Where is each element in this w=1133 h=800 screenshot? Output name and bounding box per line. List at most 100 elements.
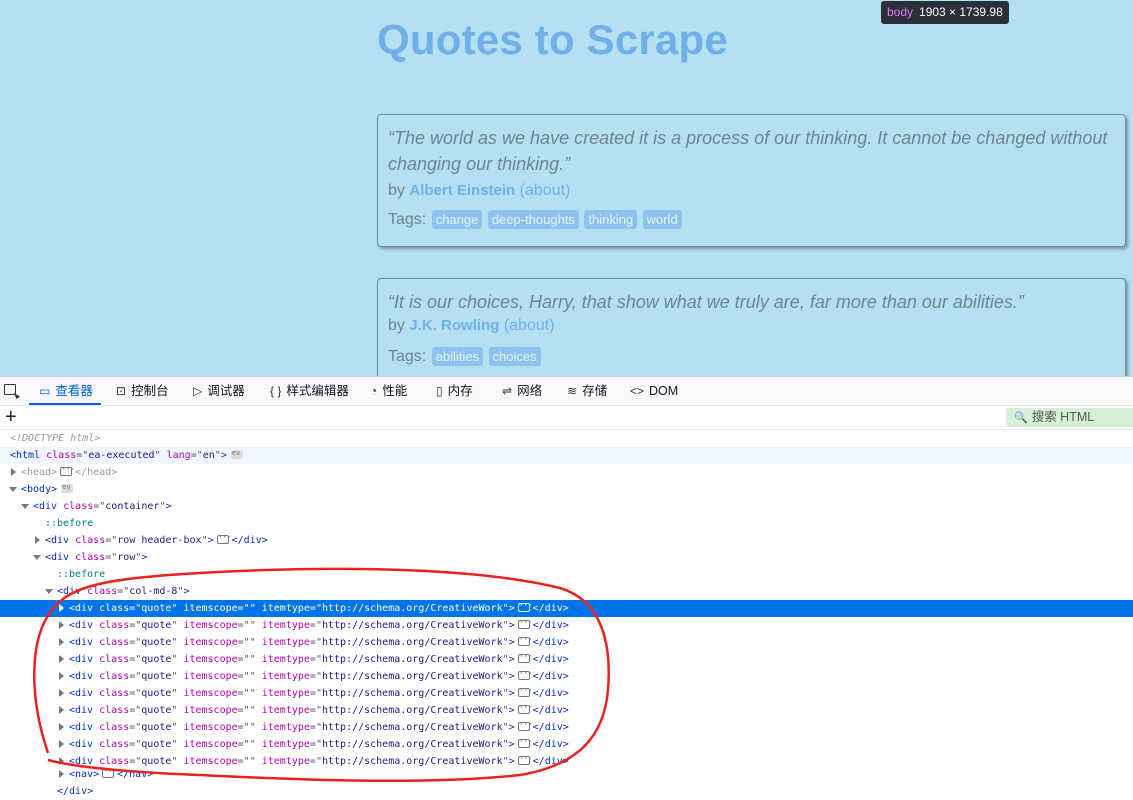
- add-node-button[interactable]: +: [5, 406, 17, 428]
- author-name: J.K. Rowling: [409, 317, 500, 334]
- expand-arrow-icon[interactable]: [59, 672, 64, 680]
- event-badge[interactable]: [230, 445, 243, 462]
- collapsed-dots-icon[interactable]: [517, 632, 532, 649]
- collapsed-dots-icon[interactable]: [517, 751, 532, 768]
- tab-style-editor[interactable]: { } 样式编辑器: [270, 377, 349, 405]
- tab-label: 查看器: [55, 384, 93, 398]
- tree-node-nav[interactable]: <nav></nav>: [0, 764, 1133, 783]
- tab-label: 调试器: [207, 384, 245, 398]
- tree-node-head[interactable]: <head></head>: [0, 462, 1133, 481]
- collapse-arrow-icon[interactable]: [21, 504, 29, 509]
- expand-arrow-icon[interactable]: [59, 689, 64, 697]
- tab-memory[interactable]: ▯ 内存: [436, 377, 473, 405]
- collapsed-dots-icon[interactable]: [517, 615, 532, 632]
- tag-link[interactable]: deep-thoughts: [487, 210, 579, 229]
- collapsed-dots-icon[interactable]: [517, 700, 532, 717]
- devtools-panel: ▭ 查看器 ⊡ 控制台 ▷ 调试器 { } 样式编辑器 ◔ 性能 ▯ 内存 ⇌ 网络 ≋ 存储 …: [0, 376, 1133, 797]
- collapse-arrow-icon[interactable]: [9, 487, 17, 492]
- collapsed-dots-icon[interactable]: [60, 462, 74, 479]
- tree-node-quote[interactable]: <div class="quote" itemscope="" itemtype…: [0, 683, 1133, 702]
- tags-label: Tags:: [388, 211, 427, 228]
- debugger-icon: ▷: [193, 384, 203, 398]
- tree-node-col[interactable]: <div class="col-md-8">: [0, 583, 1133, 600]
- expand-arrow-icon[interactable]: [59, 757, 64, 765]
- quote-tags: Tags: abilities choices: [388, 347, 1115, 366]
- memory-icon: ▯: [436, 384, 443, 398]
- tooltip-size: 1903 × 1739.98: [919, 5, 1003, 19]
- tag-link[interactable]: abilities: [431, 347, 484, 366]
- markup-tree: <!DOCTYPE html> <html class="ea-executed…: [0, 430, 1133, 797]
- html-class-value: ea-executed: [88, 450, 155, 461]
- tree-node-html[interactable]: <html class="ea-executed" lang="en">: [0, 445, 1133, 464]
- tree-node-quote[interactable]: <div class="quote" itemscope="" itemtype…: [0, 717, 1133, 736]
- event-badge[interactable]: [61, 479, 74, 496]
- itemtype-value: http://schema.org/CreativeWork: [321, 637, 503, 648]
- tree-node-quote[interactable]: <div class="quote" itemscope="" itemtype…: [0, 649, 1133, 668]
- collapsed-dots-icon[interactable]: [102, 764, 116, 781]
- expand-arrow-icon[interactable]: [35, 536, 40, 544]
- expand-arrow-icon[interactable]: [59, 655, 64, 663]
- tab-network[interactable]: ⇌ 网络: [502, 377, 542, 405]
- tag-link[interactable]: change: [431, 210, 483, 229]
- itemtype-value: http://schema.org/CreativeWork: [321, 671, 503, 682]
- tree-node-quote[interactable]: <div class="quote" itemscope="" itemtype…: [0, 632, 1133, 651]
- quote-class-value: quote: [141, 688, 172, 699]
- quote-tags: Tags: change deep-thoughts thinking worl…: [388, 210, 1115, 229]
- tree-node-close-div[interactable]: </div>: [0, 783, 1133, 800]
- tree-node-quote[interactable]: <div class="quote" itemscope="" itemtype…: [0, 700, 1133, 719]
- collapsed-dots-icon[interactable]: [517, 717, 532, 734]
- site-title[interactable]: Quotes to Scrape: [377, 16, 728, 64]
- tag-link[interactable]: world: [642, 210, 682, 229]
- tree-node-body[interactable]: <body>: [0, 479, 1133, 498]
- tree-node-container[interactable]: <div class="container">: [0, 498, 1133, 515]
- expand-arrow-icon[interactable]: [59, 604, 64, 612]
- expand-arrow-icon[interactable]: [59, 740, 64, 748]
- tree-node-quote[interactable]: <div class="quote" itemscope="" itemtype…: [0, 734, 1133, 753]
- tab-performance[interactable]: ◔ 性能: [370, 377, 407, 405]
- quote-class-value: quote: [141, 620, 172, 631]
- about-link[interactable]: (about): [520, 182, 571, 199]
- tab-dom[interactable]: <> DOM: [630, 377, 678, 405]
- tab-storage[interactable]: ≋ 存储: [567, 377, 607, 405]
- tree-node-quote[interactable]: <div class="quote" itemscope="" itemtype…: [0, 598, 1133, 617]
- expand-arrow-icon[interactable]: [11, 468, 16, 476]
- tree-node-doctype[interactable]: <!DOCTYPE html>: [0, 430, 1133, 447]
- by-label: by: [388, 317, 405, 334]
- about-link[interactable]: (about): [504, 317, 555, 334]
- tab-label: 网络: [517, 384, 543, 398]
- tab-debugger[interactable]: ▷ 调试器: [193, 377, 245, 405]
- quote-text: “It is our choices, Harry, that show wha…: [388, 292, 1024, 312]
- expand-arrow-icon[interactable]: [59, 706, 64, 714]
- expand-arrow-icon[interactable]: [59, 770, 64, 778]
- tab-label: 存储: [582, 384, 608, 398]
- tree-node-pseudo-before[interactable]: ::before: [0, 566, 1133, 583]
- storage-icon: ≋: [567, 384, 578, 398]
- tab-console[interactable]: ⊡ 控制台: [116, 377, 169, 405]
- tree-node-row[interactable]: <div class="row">: [0, 549, 1133, 566]
- expand-arrow-icon[interactable]: [59, 638, 64, 646]
- collapsed-dots-icon[interactable]: [517, 649, 532, 666]
- header-class-value: row header-box: [117, 535, 202, 546]
- nav-tag-name: nav: [75, 769, 94, 780]
- collapsed-dots-icon[interactable]: [216, 530, 231, 547]
- tab-label: 性能: [382, 384, 408, 398]
- element-picker-button[interactable]: [0, 377, 28, 405]
- collapsed-dots-icon[interactable]: [517, 598, 532, 615]
- expand-arrow-icon[interactable]: [59, 621, 64, 629]
- tab-label: 样式编辑器: [286, 384, 349, 398]
- tag-link[interactable]: thinking: [584, 210, 638, 229]
- collapse-arrow-icon[interactable]: [33, 555, 41, 560]
- tree-node-quote[interactable]: <div class="quote" itemscope="" itemtype…: [0, 666, 1133, 685]
- collapsed-dots-icon[interactable]: [517, 734, 532, 751]
- tree-node-header-box[interactable]: <div class="row header-box"></div>: [0, 530, 1133, 549]
- search-html-input[interactable]: 🔍 搜索 HTML: [1006, 408, 1133, 427]
- collapsed-dots-icon[interactable]: [517, 683, 532, 700]
- tree-node-pseudo-before[interactable]: ::before: [0, 515, 1133, 532]
- quote-class-value: quote: [141, 705, 172, 716]
- collapsed-dots-icon[interactable]: [517, 666, 532, 683]
- expand-arrow-icon[interactable]: [59, 723, 64, 731]
- collapse-arrow-icon[interactable]: [45, 589, 53, 594]
- tab-inspector[interactable]: ▭ 查看器: [29, 377, 101, 405]
- tag-link[interactable]: choices: [488, 347, 541, 366]
- tree-node-quote[interactable]: <div class="quote" itemscope="" itemtype…: [0, 615, 1133, 634]
